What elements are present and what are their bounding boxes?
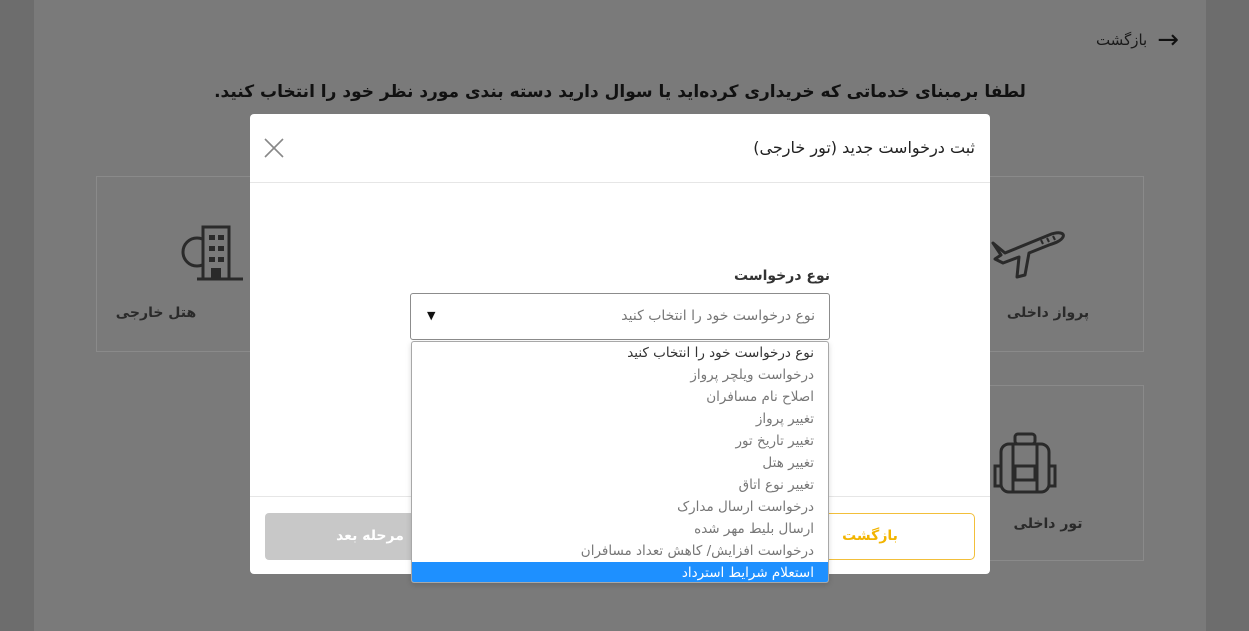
page-back-link[interactable]: → بازگشت (1095, 25, 1179, 55)
dropdown-option[interactable]: تغییر نوع اتاق (412, 474, 828, 496)
modal-header: ثبت درخواست جدید (تور خارجی) (250, 114, 990, 183)
request-type-label: نوع درخواست (734, 268, 830, 284)
dropdown-option[interactable]: درخواست افزایش/ کاهش تعداد مسافران (412, 540, 828, 562)
dropdown-option[interactable]: درخواست ویلچر پرواز (412, 364, 828, 386)
dropdown-option-selected[interactable]: استعلام شرایط استرداد (412, 562, 828, 582)
dropdown-option[interactable]: اصلاح نام مسافران (412, 386, 828, 408)
modal-title: ثبت درخواست جدید (تور خارجی) (753, 138, 975, 157)
dropdown-option[interactable]: تغییر هتل (412, 452, 828, 474)
backpack-icon (993, 432, 1057, 494)
page-heading: لطفا برمبنای خدماتی که خریداری کرده‌اید … (214, 82, 1026, 102)
request-type-select[interactable]: نوع درخواست خود را انتخاب کنید ▼ (410, 293, 830, 340)
page-back-label: بازگشت (1095, 31, 1148, 49)
airplane-icon (991, 231, 1065, 279)
request-type-dropdown: نوع درخواست خود را انتخاب کنید درخواست و… (411, 341, 829, 583)
caret-down-icon: ▼ (427, 309, 436, 322)
close-icon[interactable] (262, 136, 286, 160)
arrow-right-icon: → (1157, 25, 1179, 55)
dropdown-option[interactable]: تغییر تاریخ تور (412, 430, 828, 452)
dropdown-option[interactable]: تغییر پرواز (412, 408, 828, 430)
dropdown-option[interactable]: درخواست ارسال مدارک (412, 496, 828, 518)
dropdown-option[interactable]: ارسال بلیط مهر شده (412, 518, 828, 540)
request-type-select-value: نوع درخواست خود را انتخاب کنید (621, 308, 815, 324)
dropdown-option[interactable]: نوع درخواست خود را انتخاب کنید (412, 342, 828, 364)
hotel-icon (181, 225, 243, 281)
